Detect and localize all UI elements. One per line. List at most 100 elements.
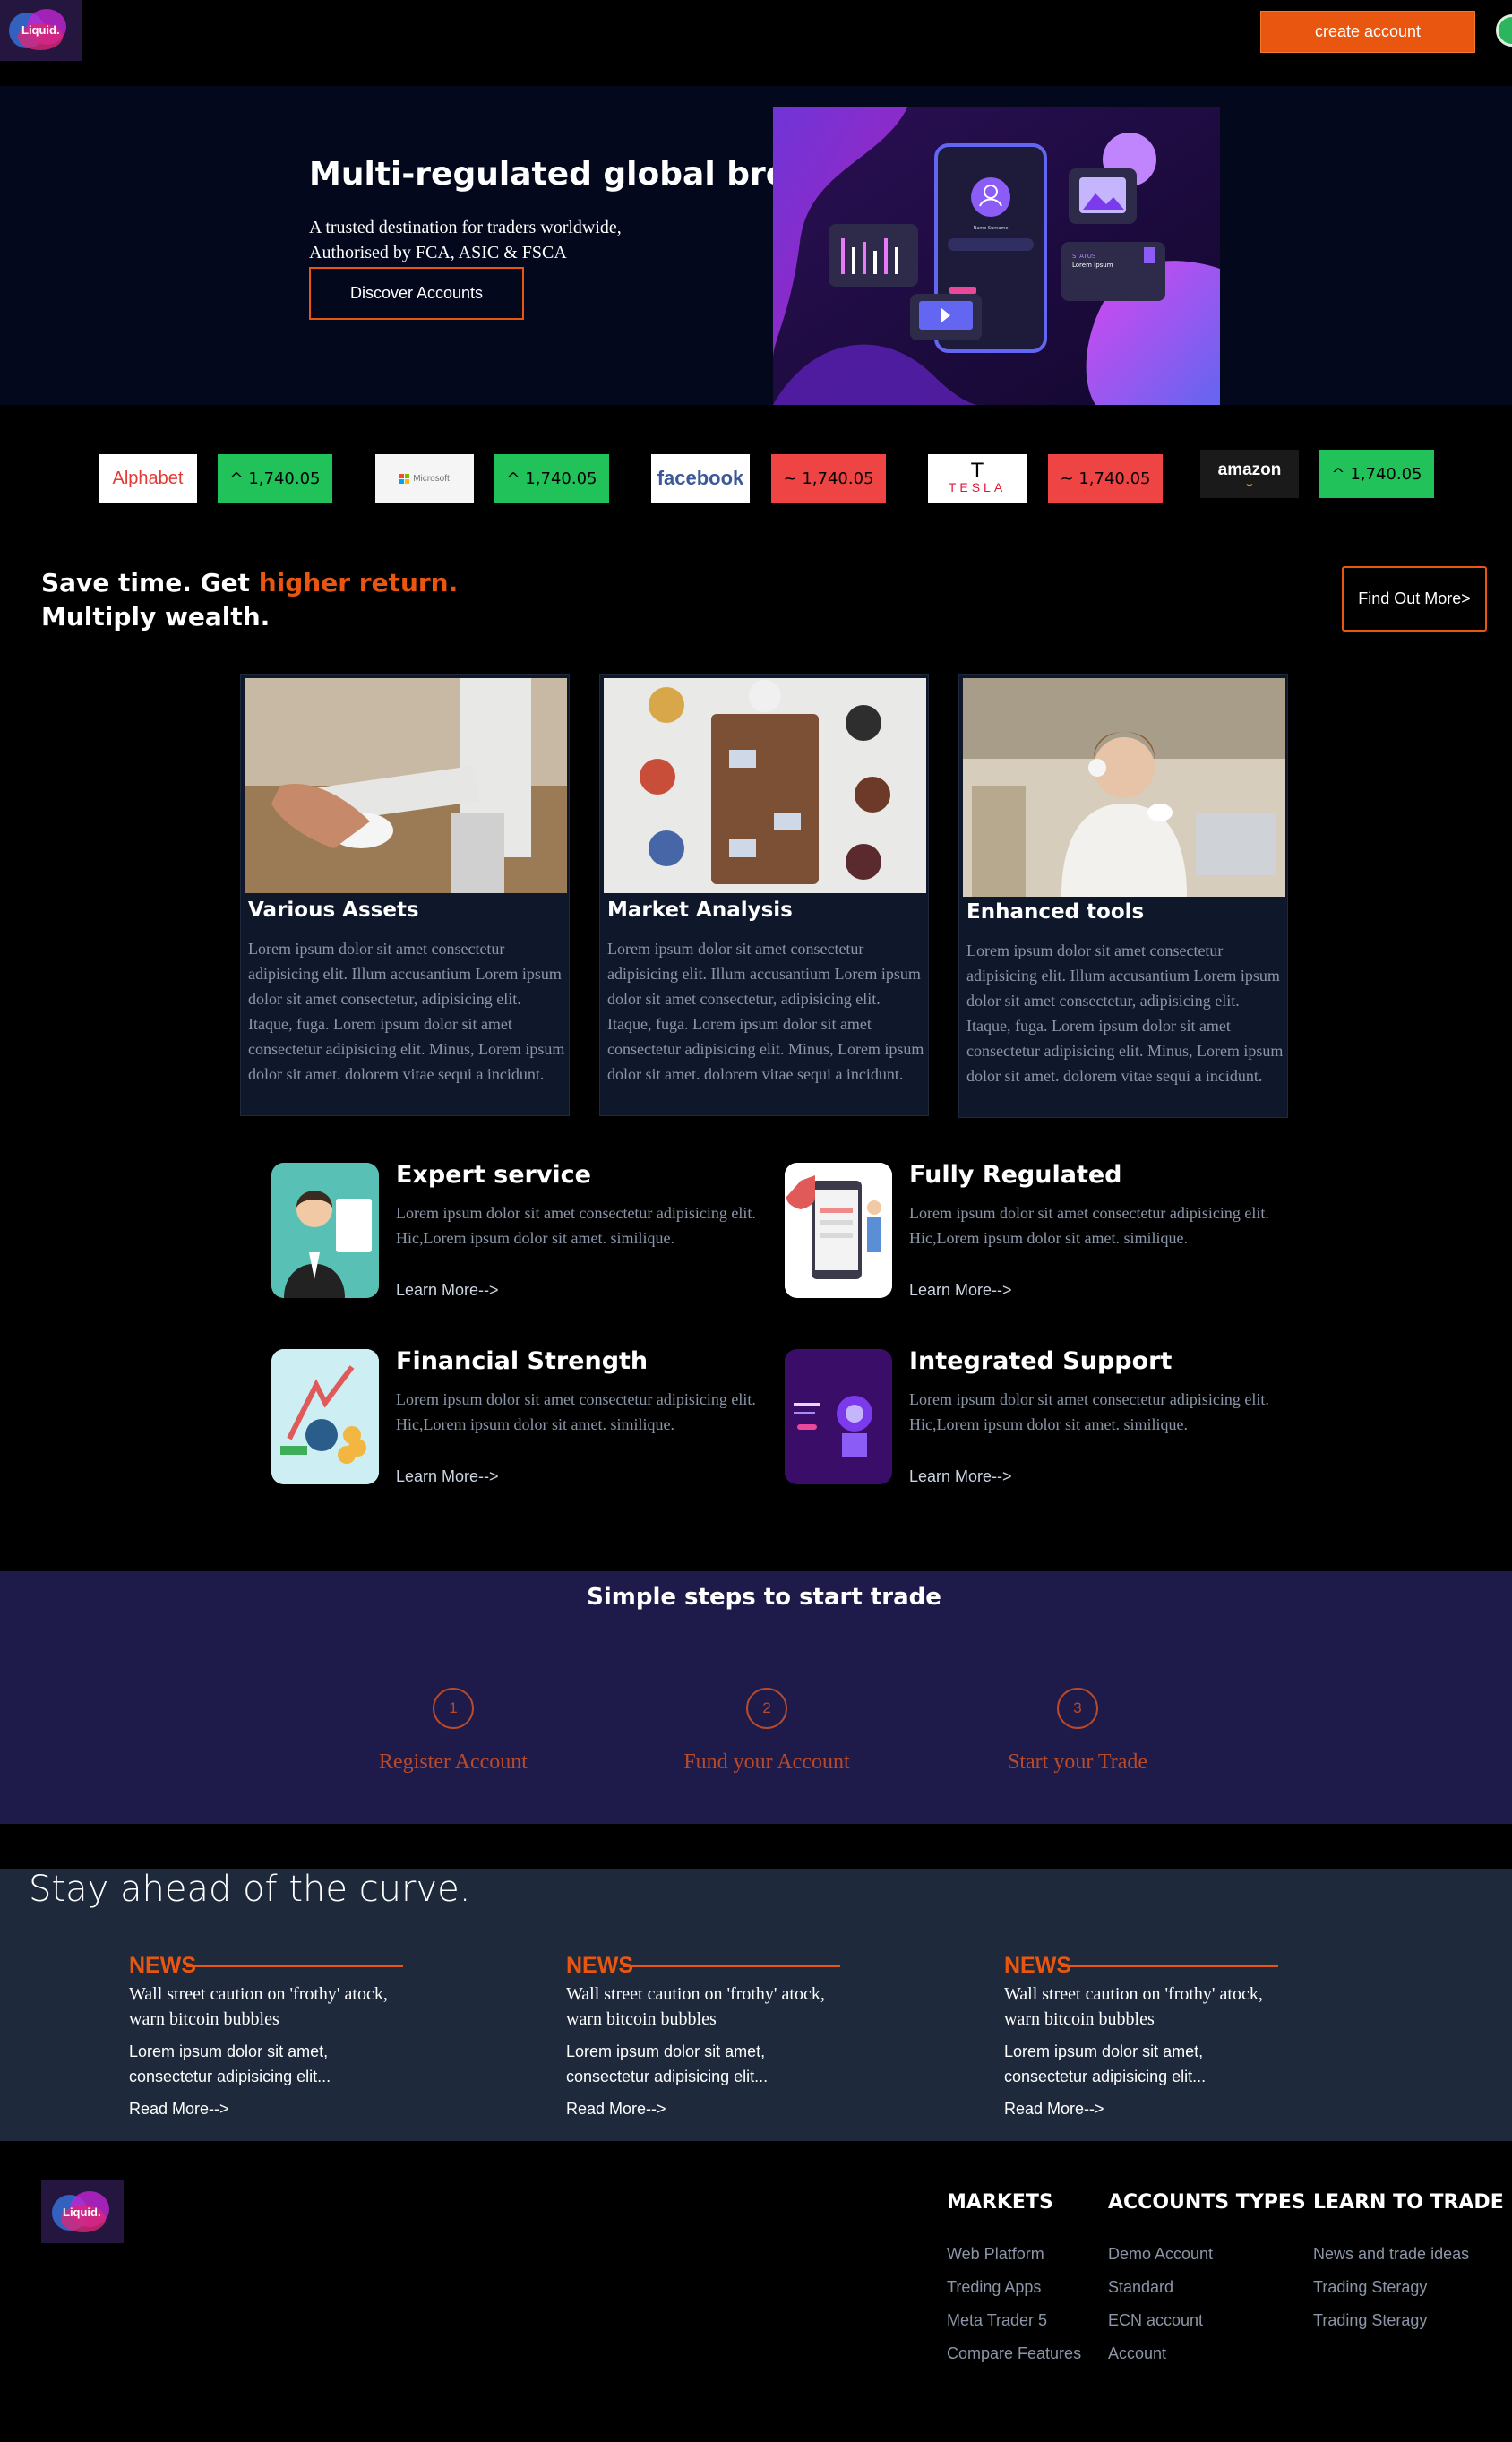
card-text: Lorem ipsum dolor sit amet consectetur a… <box>607 940 924 1083</box>
hero-illustration: Name Surname STATUS Lorem Ipsum <box>773 107 1220 405</box>
feature-title: Fully Regulated <box>909 1161 1122 1189</box>
expert-service-icon <box>271 1163 379 1298</box>
footer-heading-learn: LEARN TO TRADE <box>1313 2191 1504 2214</box>
card-text: Lorem ipsum dolor sit amet consectetur a… <box>248 940 565 1083</box>
card-title: Various Assets <box>248 899 419 922</box>
footer-link[interactable]: Web Platform <box>947 2245 1044 2264</box>
card-enhanced-tools[interactable]: Enhanced tools Lorem ipsum dolor sit ame… <box>958 674 1288 1118</box>
learn-more-link[interactable]: Learn More--> <box>396 1281 499 1300</box>
facebook-logo: facebook <box>651 454 750 503</box>
footer-link[interactable]: Standard <box>1108 2278 1173 2297</box>
read-more-link[interactable]: Read More--> <box>566 2100 666 2119</box>
news-heading: Stay ahead of the curve. <box>29 1869 471 1910</box>
news-divider <box>623 1965 840 1967</box>
footer-link[interactable]: Compare Features <box>947 2344 1081 2363</box>
discover-accounts-button[interactable]: Discover Accounts <box>309 267 524 320</box>
microsoft-icon <box>399 473 410 484</box>
card-text: Lorem ipsum dolor sit amet consectetur a… <box>966 942 1284 1085</box>
hero-subtitle-line1: A trusted destination for traders worldw… <box>309 218 622 237</box>
step-label[interactable]: Start your Trade <box>943 1750 1212 1775</box>
footer-link[interactable]: Treding Apps <box>947 2278 1041 2297</box>
feature-text: Lorem ipsum dolor sit amet consectetur a… <box>909 1390 1269 1433</box>
alphabet-brand-text: Alphabet <box>112 468 184 488</box>
tesla-price[interactable]: ~ 1,740.05 <box>1048 454 1163 503</box>
news-body: Lorem ipsum dolor sit amet, consectetur … <box>129 2042 331 2085</box>
feature-text: Lorem ipsum dolor sit amet consectetur a… <box>396 1204 756 1247</box>
footer-logo[interactable]: Liquid. <box>41 2180 124 2243</box>
mockup-status-text: Lorem Ipsum <box>1072 262 1113 269</box>
amazon-logo: amazon ⌣ <box>1200 450 1299 498</box>
alphabet-logo: Alphabet <box>99 454 197 503</box>
tesla-icon: T <box>970 459 984 483</box>
footer-link[interactable]: Meta Trader 5 <box>947 2311 1047 2330</box>
find-out-more-button[interactable]: Find Out More> <box>1342 566 1487 632</box>
step-number: 3 <box>1057 1688 1098 1729</box>
steps-title: Simple steps to start trade <box>587 1584 941 1611</box>
step-number: 2 <box>746 1688 787 1729</box>
feature-title: Financial Strength <box>396 1347 649 1375</box>
read-more-link[interactable]: Read More--> <box>129 2100 229 2119</box>
create-account-button[interactable]: create account <box>1260 11 1475 53</box>
news-body: Lorem ipsum dolor sit amet, consectetur … <box>566 2042 769 2085</box>
feature-title: Expert service <box>396 1161 591 1189</box>
card-market-analysis[interactable]: Market Analysis Lorem ipsum dolor sit am… <box>599 674 929 1116</box>
promo-heading-line1: Save time. Get higher return. <box>41 568 458 598</box>
step-label[interactable]: Register Account <box>319 1750 588 1775</box>
facebook-price[interactable]: ~ 1,740.05 <box>771 454 886 503</box>
logo-text: Liquid. <box>21 23 60 37</box>
news-body: Lorem ipsum dolor sit amet, consectetur … <box>1004 2042 1207 2085</box>
news-title[interactable]: Wall street caution on 'frothy' atock, w… <box>1004 1982 1291 2032</box>
woman-laptop-photo <box>963 678 1285 897</box>
promo-heading-text: Save time. Get <box>41 568 259 598</box>
microsoft-logo: Microsoft <box>375 454 474 503</box>
footer-heading-markets: MARKETS <box>947 2191 1053 2214</box>
integrated-support-icon <box>785 1349 892 1484</box>
mockup-status-label: STATUS <box>1072 253 1096 260</box>
footer-link[interactable]: ECN account <box>1108 2311 1203 2330</box>
hero-subtitle: A trusted destination for traders worldw… <box>309 215 685 265</box>
learn-more-link[interactable]: Learn More--> <box>909 1467 1012 1486</box>
footer-link[interactable]: News and trade ideas <box>1313 2245 1469 2264</box>
mouse-photo <box>245 678 567 893</box>
learn-more-link[interactable]: Learn More--> <box>396 1467 499 1486</box>
step-number: 1 <box>433 1688 474 1729</box>
footer-link[interactable]: Trading Steragy <box>1313 2278 1427 2297</box>
promo-highlight: higher return. <box>258 568 459 598</box>
mockup-profile-name: Name Surname <box>974 226 1009 231</box>
amazon-smile-icon: ⌣ <box>1246 477 1253 490</box>
tesla-logo: T TESLA <box>928 454 1027 503</box>
learn-more-link[interactable]: Learn More--> <box>909 1281 1012 1300</box>
footer-link[interactable]: Trading Steragy <box>1313 2311 1427 2330</box>
microsoft-brand-text: Microsoft <box>413 473 450 484</box>
step-label[interactable]: Fund your Account <box>632 1750 901 1775</box>
news-title[interactable]: Wall street caution on 'frothy' atock, w… <box>566 1982 853 2032</box>
tesla-brand-text: TESLA <box>948 480 1007 494</box>
brand-logo[interactable]: Liquid. <box>0 0 82 61</box>
hero-section <box>0 86 1512 405</box>
hero-title: Multi-regulated global broker <box>309 156 846 193</box>
news-divider <box>186 1965 403 1967</box>
footer-link[interactable]: Demo Account <box>1108 2245 1213 2264</box>
read-more-link[interactable]: Read More--> <box>1004 2100 1104 2119</box>
fully-regulated-icon <box>785 1163 892 1298</box>
promo-heading-line2: Multiply wealth. <box>41 602 271 632</box>
alphabet-price[interactable]: ^ 1,740.05 <box>218 454 332 503</box>
news-title[interactable]: Wall street caution on 'frothy' atock, w… <box>129 1982 416 2032</box>
card-title: Enhanced tools <box>966 900 1145 924</box>
news-divider <box>1061 1965 1278 1967</box>
phone-mockup-illustration: Name Surname STATUS Lorem Ipsum <box>773 107 1220 405</box>
card-various-assets[interactable]: Various Assets Lorem ipsum dolor sit ame… <box>240 674 570 1116</box>
team-meeting-photo <box>604 678 926 893</box>
footer-link[interactable]: Account <box>1108 2344 1166 2363</box>
feature-title: Integrated Support <box>909 1347 1173 1375</box>
card-title: Market Analysis <box>607 899 793 922</box>
financial-strength-icon <box>271 1349 379 1484</box>
footer-heading-accounts: ACCOUNTS TYPES <box>1108 2191 1306 2214</box>
feature-text: Lorem ipsum dolor sit amet consectetur a… <box>396 1390 756 1433</box>
logo-text: Liquid. <box>63 2206 101 2219</box>
hero-subtitle-line2: Authorised by FCA, ASIC & FSCA <box>309 243 567 262</box>
facebook-brand-text: facebook <box>657 467 744 489</box>
amazon-price[interactable]: ^ 1,740.05 <box>1319 450 1434 498</box>
feature-text: Lorem ipsum dolor sit amet consectetur a… <box>909 1204 1269 1247</box>
microsoft-price[interactable]: ^ 1,740.05 <box>494 454 609 503</box>
